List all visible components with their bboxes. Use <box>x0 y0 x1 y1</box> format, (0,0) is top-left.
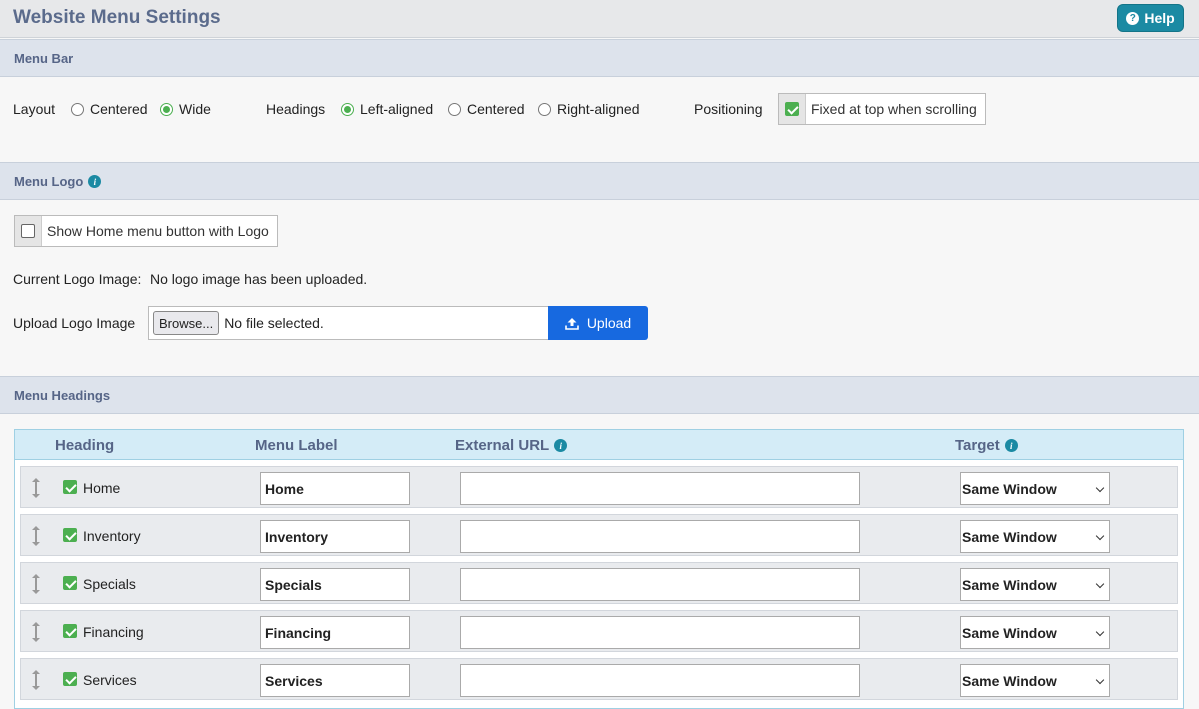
menu-logo-section-title: Menu Logo <box>14 174 84 189</box>
menu-bar-section-title: Menu Bar <box>14 51 74 66</box>
heading-name: Financing <box>83 624 144 640</box>
layout-radio-centered[interactable]: Centered <box>71 101 148 117</box>
radio-circle <box>71 102 84 116</box>
table-row: Home Home Same Window <box>20 466 1178 508</box>
checkbox-unchecked <box>21 224 35 238</box>
target-value: Same Window <box>962 577 1057 593</box>
upload-logo-label: Upload Logo Image <box>13 315 136 331</box>
menu-label-input[interactable]: Services <box>260 664 410 697</box>
question-icon: ? <box>1126 11 1140 25</box>
layout-label: Layout <box>13 101 56 117</box>
target-value: Same Window <box>962 481 1057 497</box>
chevron-down-icon <box>1095 531 1105 541</box>
layout-option-wide: Wide <box>179 101 211 117</box>
upload-icon <box>565 317 579 330</box>
menu-headings-table: Heading Menu Label External URL i Target… <box>14 429 1184 709</box>
target-select[interactable]: Same Window <box>960 568 1110 601</box>
column-external-url: External URL <box>455 437 550 454</box>
chevron-down-icon <box>1095 483 1105 493</box>
column-heading: Heading <box>55 437 115 454</box>
column-menu-label: Menu Label <box>255 437 338 454</box>
show-home-checkbox[interactable]: Show Home menu button with Logo <box>14 215 278 247</box>
menu-label-input[interactable]: Specials <box>260 568 410 601</box>
layout-radio-wide[interactable]: Wide <box>160 101 211 117</box>
external-url-input[interactable] <box>460 568 860 601</box>
heading-name: Inventory <box>83 528 141 544</box>
layout-option-centered: Centered <box>90 101 148 117</box>
table-row: Services Services Same Window <box>20 658 1178 700</box>
target-select[interactable]: Same Window <box>960 472 1110 505</box>
external-url-input[interactable] <box>460 664 860 697</box>
drag-handle-icon[interactable] <box>29 573 43 595</box>
heading-name: Specials <box>83 576 136 592</box>
chevron-down-icon <box>1095 627 1105 637</box>
info-icon[interactable]: i <box>88 175 102 188</box>
heading-enabled-checkbox[interactable] <box>63 672 77 686</box>
upload-button-label: Upload <box>586 315 632 331</box>
target-select[interactable]: Same Window <box>960 616 1110 649</box>
headings-option-centered: Centered <box>467 101 525 117</box>
external-url-input[interactable] <box>460 472 860 505</box>
browse-button[interactable]: Browse... <box>153 311 220 335</box>
drag-handle-icon[interactable] <box>29 669 43 691</box>
help-button[interactable]: ? Help <box>1117 4 1184 32</box>
menu-label-input[interactable]: Inventory <box>260 520 410 553</box>
heading-name: Home <box>83 480 121 496</box>
table-row: Financing Financing Same Window <box>20 610 1178 652</box>
menu-label-input[interactable]: Home <box>260 472 410 505</box>
external-url-input[interactable] <box>460 520 860 553</box>
drag-handle-icon[interactable] <box>29 477 43 499</box>
fixed-top-checkbox[interactable]: Fixed at top when scrolling <box>778 93 986 125</box>
radio-circle-selected <box>341 102 354 116</box>
heading-enabled-checkbox[interactable] <box>63 576 77 590</box>
menu-headings-section-header: Menu Headings <box>0 376 1199 414</box>
headings-option-left: Left-aligned <box>360 101 434 117</box>
table-row: Inventory Inventory Same Window <box>20 514 1178 556</box>
page-title: Website Menu Settings <box>13 7 221 28</box>
current-logo-label: Current Logo Image: <box>13 271 142 287</box>
show-home-label: Show Home menu button with Logo <box>47 223 269 239</box>
menu-logo-section-header: Menu Logo i <box>0 162 1199 200</box>
headings-radio-centered[interactable]: Centered <box>448 101 525 117</box>
target-value: Same Window <box>962 673 1057 689</box>
external-url-input[interactable] <box>460 616 860 649</box>
target-select[interactable]: Same Window <box>960 664 1110 697</box>
target-select[interactable]: Same Window <box>960 520 1110 553</box>
headings-label: Headings <box>266 101 326 117</box>
heading-enabled-checkbox[interactable] <box>63 480 77 494</box>
headings-option-right: Right-aligned <box>557 101 640 117</box>
heading-enabled-checkbox[interactable] <box>63 528 77 542</box>
menu-headings-section-title: Menu Headings <box>14 388 111 403</box>
radio-circle <box>538 102 551 116</box>
target-value: Same Window <box>962 529 1057 545</box>
drag-handle-icon[interactable] <box>29 525 43 547</box>
drag-handle-icon[interactable] <box>29 621 43 643</box>
file-status: No file selected. <box>224 315 324 331</box>
chevron-down-icon <box>1095 579 1105 589</box>
checkbox-checked <box>785 102 799 116</box>
radio-circle-selected <box>160 102 173 116</box>
file-input[interactable]: Browse... No file selected. <box>148 306 549 340</box>
target-value: Same Window <box>962 625 1057 641</box>
table-row: Specials Specials Same Window <box>20 562 1178 604</box>
upload-button[interactable]: Upload <box>548 306 648 340</box>
table-header: Heading Menu Label External URL i Target… <box>15 430 1183 460</box>
headings-radio-left[interactable]: Left-aligned <box>341 101 433 117</box>
fixed-top-label: Fixed at top when scrolling <box>811 101 977 117</box>
chevron-down-icon <box>1095 675 1105 685</box>
info-icon[interactable]: i <box>554 439 568 452</box>
menu-label-input[interactable]: Financing <box>260 616 410 649</box>
radio-circle <box>448 102 461 116</box>
help-button-label: Help <box>1144 10 1175 26</box>
heading-name: Services <box>83 672 137 688</box>
heading-enabled-checkbox[interactable] <box>63 624 77 638</box>
menu-bar-section-header: Menu Bar <box>0 39 1199 77</box>
column-target: Target <box>955 437 1000 454</box>
positioning-label: Positioning <box>694 101 763 117</box>
current-logo-value: No logo image has been uploaded. <box>150 271 368 287</box>
info-icon[interactable]: i <box>1004 439 1018 452</box>
headings-radio-right[interactable]: Right-aligned <box>538 101 640 117</box>
